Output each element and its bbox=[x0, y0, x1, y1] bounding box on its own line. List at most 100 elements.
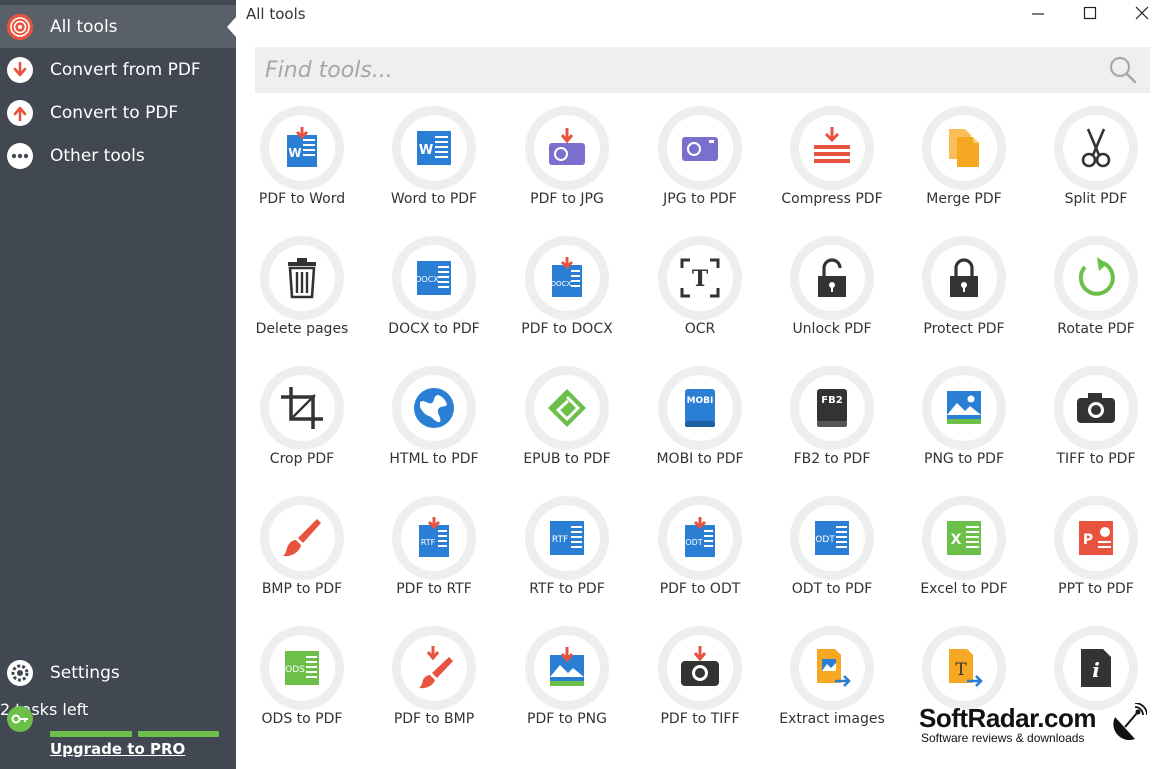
tool-label: Unlock PDF bbox=[792, 321, 872, 337]
w-letter: W bbox=[288, 146, 301, 160]
tool-label: Merge PDF bbox=[926, 191, 1002, 207]
tool-fb2-to-pdf[interactable]: FB2 FB2 to PDF bbox=[766, 364, 898, 489]
image-icon bbox=[947, 391, 981, 424]
sidebar-item-label: Other tools bbox=[50, 145, 145, 166]
tool-word-to-pdf[interactable]: W Word to PDF bbox=[368, 104, 500, 229]
extract-images-icon bbox=[817, 649, 851, 687]
tool-png-to-pdf[interactable]: PNG to PDF bbox=[898, 364, 1030, 489]
upgrade-link[interactable]: Upgrade to PRO bbox=[50, 740, 185, 758]
tool-extract-images[interactable]: Extract images bbox=[766, 624, 898, 749]
sidebar-item-convert-from-pdf[interactable]: Convert from PDF bbox=[0, 48, 236, 91]
search-icon[interactable] bbox=[1108, 55, 1138, 85]
tool-pdf-to-docx[interactable]: DOCX PDF to DOCX bbox=[501, 234, 633, 359]
softradar-watermark: SoftRadar.com Software reviews & downloa… bbox=[919, 703, 1159, 753]
docx-text: DOCX bbox=[415, 275, 439, 284]
maximize-icon bbox=[1083, 6, 1097, 20]
trash-icon bbox=[288, 258, 316, 299]
odt-text: ODT bbox=[815, 535, 835, 545]
tool-label: BMP to PDF bbox=[261, 581, 343, 597]
tool-odt-to-pdf[interactable]: ODT ODT to PDF bbox=[766, 494, 898, 619]
tool-ocr[interactable]: T OCR bbox=[634, 234, 766, 359]
tool-ppt-to-pdf[interactable]: P PPT to PDF bbox=[1030, 494, 1162, 619]
tool-bmp-to-pdf[interactable]: BMP to PDF bbox=[236, 494, 368, 619]
odt-text: ODT bbox=[685, 538, 702, 547]
tool-pdf-to-rtf[interactable]: RTF PDF to RTF bbox=[368, 494, 500, 619]
close-button[interactable] bbox=[1116, 0, 1168, 26]
pdf-to-word-icon: W bbox=[287, 127, 317, 167]
tool-label: EPUB to PDF bbox=[523, 451, 611, 467]
tool-label: PDF to JPG bbox=[530, 191, 604, 207]
tool-excel-to-pdf[interactable]: X Excel to PDF bbox=[898, 494, 1030, 619]
docx-text: DOCX bbox=[551, 280, 572, 288]
tool-pdf-to-word[interactable]: W PDF to Word bbox=[236, 104, 368, 229]
tool-rtf-to-pdf[interactable]: RTF RTF to PDF bbox=[501, 494, 633, 619]
tool-ods-to-pdf[interactable]: ODS ODS to PDF bbox=[236, 624, 368, 749]
crop-icon bbox=[281, 387, 323, 429]
tool-label: Compress PDF bbox=[781, 191, 883, 207]
sidebar-item-convert-to-pdf[interactable]: Convert to PDF bbox=[0, 91, 236, 134]
tool-label: PNG to PDF bbox=[924, 451, 1004, 467]
ocr-icon: T bbox=[680, 258, 720, 298]
tool-label: Protect PDF bbox=[923, 321, 1005, 337]
tool-mobi-to-pdf[interactable]: MOBI MOBI to PDF bbox=[634, 364, 766, 489]
tool-epub-to-pdf[interactable]: EPUB to PDF bbox=[501, 364, 633, 489]
compress-icon bbox=[814, 127, 850, 163]
tool-label: OCR bbox=[684, 321, 716, 337]
sidebar-item-other-tools[interactable]: Other tools bbox=[0, 134, 236, 177]
tool-label: PDF to DOCX bbox=[521, 321, 613, 337]
tool-pdf-to-png[interactable]: PDF to PNG bbox=[501, 624, 633, 749]
tool-label: PDF to BMP bbox=[393, 711, 475, 727]
tool-delete-pages[interactable]: Delete pages bbox=[236, 234, 368, 359]
tool-label: Split PDF bbox=[1064, 191, 1128, 207]
settings-button[interactable]: Settings bbox=[0, 651, 236, 694]
tool-rotate-pdf[interactable]: Rotate PDF bbox=[1030, 234, 1162, 359]
t-letter: T bbox=[692, 266, 709, 292]
extract-text-icon: T bbox=[949, 649, 983, 687]
tool-label: MOBI to PDF bbox=[656, 451, 744, 467]
tool-html-to-pdf[interactable]: HTML to PDF bbox=[368, 364, 500, 489]
tool-jpg-to-pdf[interactable]: JPG to PDF bbox=[634, 104, 766, 229]
tool-pdf-to-tiff[interactable]: PDF to TIFF bbox=[634, 624, 766, 749]
tool-crop-pdf[interactable]: Crop PDF bbox=[236, 364, 368, 489]
tool-unlock-pdf[interactable]: Unlock PDF bbox=[766, 234, 898, 359]
tool-docx-to-pdf[interactable]: DOCX DOCX to PDF bbox=[368, 234, 500, 359]
scissors-icon bbox=[1081, 128, 1111, 168]
maximize-button[interactable] bbox=[1064, 0, 1116, 26]
pdf-to-odt-icon: ODT bbox=[685, 517, 715, 557]
tool-label: FB2 to PDF bbox=[793, 451, 871, 467]
tool-pdf-to-bmp[interactable]: PDF to BMP bbox=[368, 624, 500, 749]
satellite-dish-icon bbox=[1113, 703, 1147, 741]
tool-split-pdf[interactable]: Split PDF bbox=[1030, 104, 1162, 229]
camera-icon bbox=[1077, 393, 1115, 423]
tool-label: ODS to PDF bbox=[261, 711, 343, 727]
ods-text: ODS bbox=[285, 665, 305, 675]
mobi-text: MOBI bbox=[687, 396, 714, 406]
tool-tiff-to-pdf[interactable]: TIFF to PDF bbox=[1030, 364, 1162, 489]
tool-merge-pdf[interactable]: Merge PDF bbox=[898, 104, 1030, 229]
t-letter: T bbox=[955, 660, 967, 680]
window-controls bbox=[1012, 0, 1168, 28]
tool-label: Word to PDF bbox=[390, 191, 478, 207]
tool-label: Extract images bbox=[779, 711, 885, 727]
epub-icon bbox=[548, 389, 586, 427]
unlock-icon bbox=[818, 258, 846, 297]
search-input[interactable] bbox=[265, 55, 1085, 85]
tool-pdf-to-jpg[interactable]: PDF to JPG bbox=[501, 104, 633, 229]
main-panel: All tools W PDF to Word W Word to PDF PD… bbox=[236, 0, 1168, 769]
tool-pdf-to-odt[interactable]: ODT PDF to ODT bbox=[634, 494, 766, 619]
sidebar-item-all-tools[interactable]: All tools bbox=[0, 5, 236, 48]
tool-label: PPT to PDF bbox=[1058, 581, 1134, 597]
tool-compress-pdf[interactable]: Compress PDF bbox=[766, 104, 898, 229]
fb2-book-icon: FB2 bbox=[817, 389, 847, 427]
tool-label: PDF to TIFF bbox=[660, 711, 740, 727]
tool-protect-pdf[interactable]: Protect PDF bbox=[898, 234, 1030, 359]
rtf-icon: RTF bbox=[550, 521, 584, 555]
odt-icon: ODT bbox=[815, 521, 849, 555]
i-letter: i bbox=[1092, 658, 1100, 682]
arrow-up-icon bbox=[7, 100, 33, 126]
w-letter: W bbox=[419, 143, 433, 158]
search-bar bbox=[255, 47, 1150, 93]
sidebar-item-label: Convert to PDF bbox=[50, 102, 179, 123]
minimize-button[interactable] bbox=[1012, 0, 1064, 26]
tool-label: PDF to PNG bbox=[527, 711, 607, 727]
